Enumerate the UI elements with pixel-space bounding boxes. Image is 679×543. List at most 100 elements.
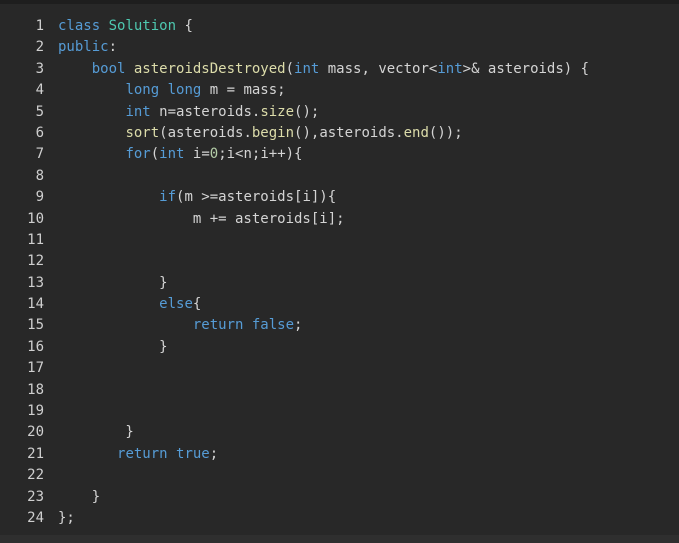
line-number: 18 bbox=[27, 381, 44, 398]
code-token: size bbox=[260, 103, 295, 120]
code-token: int bbox=[125, 103, 151, 120]
code-line[interactable]: 12 bbox=[0, 251, 589, 272]
code-line[interactable]: 3 bool asteroidsDestroyed(int mass, vect… bbox=[0, 59, 590, 80]
code-token: } bbox=[58, 274, 168, 291]
code-token: n=asteroids. bbox=[150, 103, 261, 120]
line-number: 14 bbox=[27, 296, 44, 313]
code-token: if bbox=[159, 189, 177, 206]
code-line[interactable]: 18 bbox=[0, 380, 589, 401]
line-number: 7 bbox=[35, 146, 44, 163]
code-token: long long bbox=[125, 82, 202, 99]
code-token: ; bbox=[294, 317, 303, 334]
code-token: sort bbox=[125, 124, 160, 141]
code-token: }; bbox=[58, 509, 75, 526]
code-line[interactable]: 8 bbox=[0, 166, 589, 187]
line-number: 3 bbox=[35, 60, 44, 77]
line-content[interactable]: if(m >=asteroids[i]){ bbox=[58, 187, 336, 208]
code-line[interactable]: 9 if(m >=asteroids[i]){ bbox=[0, 187, 589, 208]
code-token: (),asteroids. bbox=[294, 124, 404, 141]
code-token: ;i<n;i++){ bbox=[218, 146, 303, 163]
code-token: bool bbox=[91, 60, 134, 77]
code-token: int bbox=[437, 60, 463, 77]
code-line[interactable]: 24}; bbox=[0, 508, 589, 529]
code-line[interactable]: 2 public: bbox=[0, 37, 589, 58]
code-token: (); bbox=[294, 103, 320, 120]
line-number: 9 bbox=[35, 189, 44, 206]
code-line[interactable]: 14 else{ bbox=[0, 294, 589, 315]
code-line[interactable]: 17 bbox=[0, 358, 589, 379]
line-content[interactable]: for(int i=0;i<n;i++){ bbox=[58, 144, 303, 165]
code-line[interactable]: 11 bbox=[0, 230, 589, 251]
line-number: 6 bbox=[35, 124, 44, 141]
line-content[interactable]: sort(asteroids.begin(),asteroids.end()); bbox=[58, 123, 463, 144]
code-line[interactable]: 1 class Solution { bbox=[0, 16, 589, 37]
code-line[interactable]: 20 } bbox=[0, 422, 589, 443]
line-content[interactable]: public: bbox=[58, 37, 117, 58]
code-line[interactable]: 10 m += asteroids[i]; bbox=[0, 209, 589, 230]
line-content[interactable]: int n=asteroids.size(); bbox=[58, 102, 319, 123]
code-line[interactable]: 21 return true; bbox=[0, 444, 589, 465]
line-number: 11 bbox=[27, 231, 44, 248]
line-content[interactable]: }; bbox=[58, 508, 75, 529]
code-token: Solution bbox=[108, 18, 177, 34]
line-number: 22 bbox=[27, 467, 44, 484]
code-token: else bbox=[159, 296, 193, 313]
line-content[interactable]: return false; bbox=[58, 315, 303, 336]
code-line[interactable]: 23 } bbox=[0, 487, 589, 508]
code-token: public bbox=[58, 39, 109, 56]
code-token: { bbox=[192, 296, 202, 313]
code-line[interactable]: 6 sort(asteroids.begin(),asteroids.end()… bbox=[0, 123, 589, 144]
code-line[interactable]: 19 bbox=[0, 401, 589, 422]
line-content[interactable]: bool asteroidsDestroyed(int mass, vector… bbox=[58, 59, 589, 80]
code-token: ( bbox=[150, 146, 160, 163]
code-token: 0 bbox=[209, 146, 219, 163]
code-token: ; bbox=[209, 445, 219, 462]
code-token: : bbox=[108, 39, 118, 56]
line-content[interactable]: m += asteroids[i]; bbox=[58, 209, 345, 230]
line-number: 20 bbox=[27, 424, 44, 441]
code-line[interactable]: 15 return false; bbox=[0, 315, 589, 336]
horizontal-scrollbar[interactable] bbox=[0, 535, 679, 543]
code-token: } bbox=[58, 338, 168, 355]
line-number: 16 bbox=[27, 338, 44, 355]
code-token: ( bbox=[285, 60, 295, 77]
line-content[interactable]: class Solution { bbox=[58, 16, 193, 37]
code-line[interactable]: 5 int n=asteroids.size(); bbox=[0, 102, 589, 123]
code-token: begin bbox=[251, 124, 295, 141]
code-line[interactable]: 4 long long m = mass; bbox=[0, 80, 589, 101]
code-editor[interactable]: 1 class Solution {2 public: 3 bool asteroid… bbox=[0, 4, 679, 535]
line-content[interactable]: return true; bbox=[58, 444, 218, 465]
code-token: int bbox=[159, 146, 185, 163]
line-content[interactable]: else{ bbox=[58, 294, 201, 315]
line-content[interactable]: } bbox=[58, 487, 100, 508]
line-number: 13 bbox=[27, 274, 44, 291]
line-number: 2 bbox=[35, 39, 44, 56]
code-token: ()); bbox=[428, 124, 463, 141]
line-number: 24 bbox=[27, 509, 44, 526]
code-line[interactable]: 13 } bbox=[0, 273, 589, 294]
code-token: return true bbox=[117, 445, 210, 462]
line-number: 10 bbox=[27, 210, 44, 227]
code-token: >& asteroids) { bbox=[462, 60, 590, 77]
code-token: int bbox=[294, 60, 320, 77]
line-content[interactable]: } bbox=[58, 273, 168, 294]
code-token: } bbox=[58, 488, 101, 505]
code-token: { bbox=[176, 18, 193, 34]
line-number: 23 bbox=[27, 488, 44, 505]
line-number: 1 bbox=[35, 18, 44, 34]
line-content[interactable]: } bbox=[58, 337, 168, 358]
code-token: asteroidsDestroyed bbox=[133, 60, 286, 77]
code-area[interactable]: 1 class Solution {2 public: 3 bool asteroid… bbox=[0, 16, 589, 529]
code-token: return false bbox=[192, 317, 295, 334]
code-line[interactable]: 16 } bbox=[0, 337, 589, 358]
line-content[interactable]: } bbox=[58, 422, 133, 443]
line-content[interactable]: long long m = mass; bbox=[58, 80, 285, 101]
line-number: 19 bbox=[27, 403, 44, 420]
code-line[interactable]: 22 bbox=[0, 465, 589, 486]
code-line[interactable]: 7 for(int i=0;i<n;i++){ bbox=[0, 144, 589, 165]
